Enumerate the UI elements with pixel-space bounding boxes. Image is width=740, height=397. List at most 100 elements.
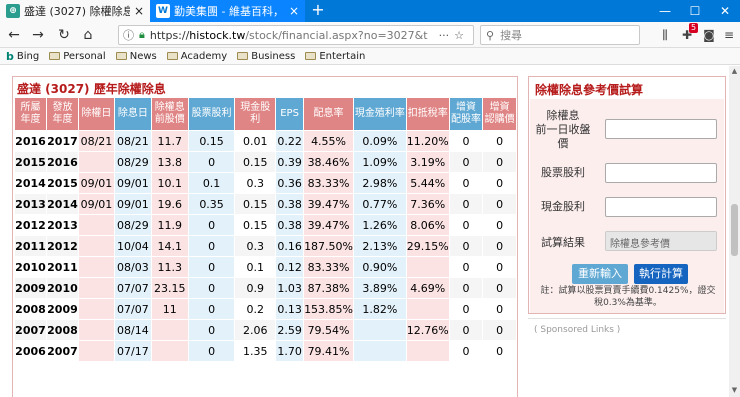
maximize-icon[interactable]: ☐ xyxy=(680,0,710,22)
extension-icon[interactable]: ✚ 5 xyxy=(678,23,699,44)
calculator-note: 註：試算以股票買賣手續費0.1425%，證交稅0.3%為基準。 xyxy=(540,286,716,308)
table-cell xyxy=(406,341,449,361)
close-tab-icon[interactable]: × xyxy=(289,4,299,18)
column-header: 現金殖利率 xyxy=(354,98,406,130)
camera-icon[interactable]: ◙ xyxy=(700,26,718,44)
scroll-up-icon[interactable]: ▲ xyxy=(730,67,739,75)
table-cell: 0.3 xyxy=(235,236,276,256)
table-cell: 0.2 xyxy=(235,299,276,319)
table-cell: 0.22 xyxy=(276,131,304,151)
table-cell: 2015 xyxy=(46,173,78,193)
scroll-down-icon[interactable]: ▼ xyxy=(730,386,739,394)
home-icon[interactable]: ⌂ xyxy=(78,25,98,45)
search-icon: ⚲ xyxy=(486,28,495,42)
table-cell: 2009 xyxy=(15,278,46,298)
tab-title: 盛達 (3027) 除權除息 財報分析 xyxy=(24,5,130,18)
table-cell: 0.35 xyxy=(188,194,235,214)
bookmark-label: Entertain xyxy=(319,50,366,62)
table-cell: 3.89% xyxy=(354,278,406,298)
page-actions-icon[interactable]: ··· xyxy=(439,29,450,42)
table-cell: 2014 xyxy=(46,194,78,214)
bookmark-bing[interactable]: b Bing xyxy=(6,50,39,63)
bookmark-entertain[interactable]: Entertain xyxy=(305,51,365,62)
table-cell: 2016 xyxy=(46,152,78,172)
table-cell: 2017 xyxy=(46,131,78,151)
column-header: 扣抵稅率 xyxy=(406,98,449,130)
table-cell: 2012 xyxy=(46,236,78,256)
scroll-thumb[interactable] xyxy=(731,204,738,256)
bookmark-personal[interactable]: Personal xyxy=(49,51,106,62)
tab-title: 勤美集團 - 維基百科，自由的百 xyxy=(174,5,285,18)
table-cell: 0.15 xyxy=(235,194,276,214)
table-cell: 0 xyxy=(449,236,483,256)
table-cell: 87.38% xyxy=(304,278,354,298)
table-cell: 0.1 xyxy=(235,257,276,277)
table-cell: 0 xyxy=(449,173,483,193)
bookmark-label: Bing xyxy=(16,50,40,62)
back-arrow-icon[interactable]: ← xyxy=(4,25,24,45)
bookmark-business[interactable]: Business xyxy=(237,51,295,62)
column-header: 增資 配股率 xyxy=(449,98,483,130)
close-window-icon[interactable]: ✕ xyxy=(710,0,740,22)
table-header-row: 所屬 年度 發放 年度 除權日 除息日 除權息 前股價 股票股利 現金股利 EPS 配息率 現金殖… xyxy=(15,98,516,130)
reload-icon[interactable]: ↻ xyxy=(54,25,74,45)
column-header: 除息日 xyxy=(114,98,151,130)
stock-div-label: 股票股利 xyxy=(541,166,585,179)
cash-div-input[interactable] xyxy=(605,197,717,217)
bookmark-academy[interactable]: Academy xyxy=(166,51,227,62)
calculate-button[interactable]: 執行計算 xyxy=(634,264,688,284)
minimize-icon[interactable]: — xyxy=(650,0,680,22)
folder-icon xyxy=(49,52,61,60)
table-cell: 08/29 xyxy=(114,215,151,235)
table-cell: 0.15 xyxy=(188,131,235,151)
prev-close-input[interactable] xyxy=(605,119,717,139)
library-icon[interactable]: ⫼ xyxy=(656,26,674,44)
table-cell: 0 xyxy=(483,257,516,277)
table-cell xyxy=(354,320,406,340)
table-cell: 1.03 xyxy=(276,278,304,298)
page-scrollbar[interactable]: ▲ ▼ xyxy=(729,66,740,397)
tab-wikipedia[interactable]: W 勤美集團 - 維基百科，自由的百 × xyxy=(150,0,305,22)
table-cell: 0.77% xyxy=(354,194,406,214)
reset-button[interactable]: 重新輸入 xyxy=(572,264,628,284)
table-cell: 2009 xyxy=(46,299,78,319)
search-input[interactable]: ⚲ 搜尋 xyxy=(480,25,640,45)
table-cell: 8.06% xyxy=(406,215,449,235)
forward-arrow-icon[interactable]: → xyxy=(28,25,48,45)
table-cell: 0.39 xyxy=(276,152,304,172)
table-cell: 08/21 xyxy=(114,131,151,151)
table-cell: 0.9 xyxy=(235,278,276,298)
table-cell: 0 xyxy=(449,299,483,319)
table-row: 2007 2008 08/14 0 2.06 2.59 79.54% 12.76% 0 0 xyxy=(15,320,516,340)
url-bar[interactable]: ⓘ 🔒︎ https://histock.tw/stock/financial.… xyxy=(118,25,474,45)
url-text[interactable]: https://histock.tw/stock/financial.aspx?… xyxy=(150,29,439,42)
table-cell: 08/03 xyxy=(114,257,151,277)
divider xyxy=(528,318,726,319)
table-cell: 0.38 xyxy=(276,194,304,214)
table-cell: 153.85% xyxy=(304,299,354,319)
calculator-form: 除權息 前一日收盤 價 股票股利 現金股利 試算結果 除權息參考價 重新輸入 執… xyxy=(530,99,724,313)
table-cell: 0 xyxy=(188,257,235,277)
bookmark-news[interactable]: News xyxy=(115,51,157,62)
table-cell: 0.38 xyxy=(276,215,304,235)
table-cell: 11.20% xyxy=(406,131,449,151)
table-cell: 11.3 xyxy=(151,257,188,277)
table-cell xyxy=(78,236,114,256)
table-cell: 23.15 xyxy=(151,278,188,298)
tab-histock[interactable]: ⊕ 盛達 (3027) 除權除息 財報分析 × xyxy=(0,0,150,22)
table-cell: 10.1 xyxy=(151,173,188,193)
bookmark-star-icon[interactable]: ☆ xyxy=(454,29,464,42)
url-path: /stock/financial.aspx?no=3027&t xyxy=(245,28,428,42)
close-tab-icon[interactable]: × xyxy=(134,4,144,18)
table-cell: 38.46% xyxy=(304,152,354,172)
new-tab-plus-icon[interactable]: + xyxy=(310,0,326,22)
table-cell: 08/14 xyxy=(114,320,151,340)
menu-icon[interactable]: ≡ xyxy=(720,26,738,44)
table-cell: 0 xyxy=(483,236,516,256)
table-cell xyxy=(78,320,114,340)
table-row: 2006 2007 07/17 0 1.35 1.70 79.41% 0 0 xyxy=(15,341,516,361)
dividend-table: 所屬 年度 發放 年度 除權日 除息日 除權息 前股價 股票股利 現金股利 EPS 配息率 現金殖… xyxy=(14,97,517,362)
stock-div-input[interactable] xyxy=(605,163,717,183)
table-cell: 4.55% xyxy=(304,131,354,151)
info-icon[interactable]: ⓘ xyxy=(123,27,134,43)
